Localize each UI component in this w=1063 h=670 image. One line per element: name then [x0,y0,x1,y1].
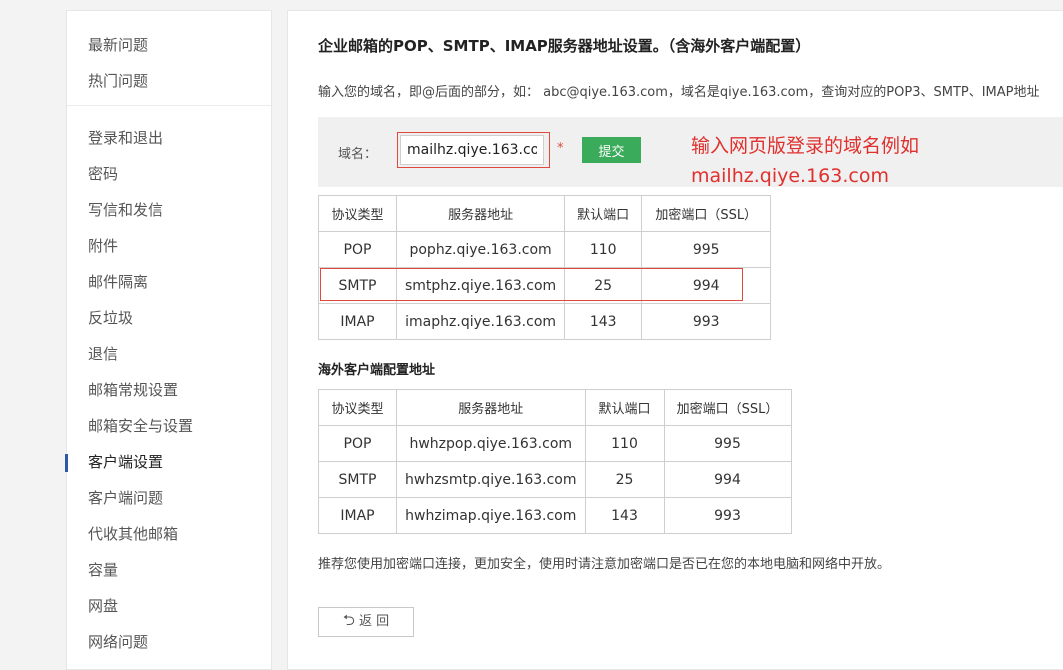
overseas-server-table: 协议类型 服务器地址 默认端口 加密端口（SSL） POP hwhzpop.qi… [318,389,792,534]
port-cell: 143 [564,303,643,340]
header-ssl-port: 加密端口（SSL） [641,195,772,232]
sidebar-item-login[interactable]: 登录和退出 [67,120,271,156]
header-server: 服务器地址 [395,195,566,232]
sidebar-item-client-issues[interactable]: 客户端问题 [67,480,271,516]
header-ssl-port: 加密端口（SSL） [663,389,792,426]
table-header-row: 协议类型 服务器地址 默认端口 加密端口（SSL） [318,389,792,426]
protocol-cell: SMTP [318,267,397,304]
sidebar-item-latest[interactable]: 最新问题 [67,27,271,63]
domain-label: 域名： [338,147,378,162]
sidebar-item-password[interactable]: 密码 [67,156,271,192]
server-cell: pophz.qiye.163.com [395,231,566,268]
sidebar-item-quarantine[interactable]: 邮件隔离 [67,264,271,300]
annotation-line-1: 输入网页版登录的域名例如 [691,135,920,157]
port-cell: 110 [564,231,643,268]
protocol-cell: POP [318,425,397,462]
sidebar-top-group: 最新问题 热门问题 [67,11,271,105]
sidebar-item-antispam[interactable]: 反垃圾 [67,300,271,336]
table-row: IMAP imaphz.qiye.163.com 143 993 [318,303,772,340]
overseas-section-title: 海外客户端配置地址 [318,363,436,378]
header-default-port: 默认端口 [584,389,665,426]
port-cell: 25 [564,267,643,304]
server-cell: imaphz.qiye.163.com [395,303,566,340]
sidebar-item-capacity[interactable]: 容量 [67,552,271,588]
port-cell: 143 [584,497,665,534]
required-mark: * [557,141,564,156]
server-table: 协议类型 服务器地址 默认端口 加密端口（SSL） POP pophz.qiye… [318,195,772,340]
ssl-port-cell: 994 [663,461,792,498]
server-cell: hwhzpop.qiye.163.com [396,425,586,462]
table-row: POP pophz.qiye.163.com 110 995 [318,231,772,268]
content-panel: 企业邮箱的POP、SMTP、IMAP服务器地址设置。（含海外客户端配置） 输入您… [287,10,1063,670]
port-cell: 110 [584,425,665,462]
sidebar-item-client-settings[interactable]: 客户端设置 [65,444,271,480]
advice-text: 推荐您使用加密端口连接，更加安全，使用时请注意加密端口是否已在您的本地电脑和网络… [318,557,891,572]
sidebar-item-popular[interactable]: 热门问题 [67,63,271,99]
table-row: IMAP hwhzimap.qiye.163.com 143 993 [318,497,792,534]
ssl-port-cell: 995 [641,231,772,268]
server-cell: hwhzimap.qiye.163.com [396,497,586,534]
sidebar-item-network[interactable]: 网络问题 [67,624,271,660]
sidebar-item-fetch-mail[interactable]: 代收其他邮箱 [67,516,271,552]
header-protocol: 协议类型 [318,195,397,232]
sidebar-item-general-settings[interactable]: 邮箱常规设置 [67,372,271,408]
server-cell: smtphz.qiye.163.com [395,267,566,304]
sidebar-item-netdisk[interactable]: 网盘 [67,588,271,624]
page-title: 企业邮箱的POP、SMTP、IMAP服务器地址设置。（含海外客户端配置） [318,37,811,55]
ssl-port-cell: 993 [641,303,772,340]
ssl-port-cell: 994 [641,267,772,304]
protocol-cell: IMAP [318,497,397,534]
header-protocol: 协议类型 [318,389,397,426]
return-arrow-icon: ⮌ [342,610,355,629]
protocol-cell: SMTP [318,461,397,498]
sidebar-category-group: 登录和退出 密码 写信和发信 附件 邮件隔离 反垃圾 退信 邮箱常规设置 邮箱安… [65,105,271,666]
header-default-port: 默认端口 [564,195,643,232]
table-row: POP hwhzpop.qiye.163.com 110 995 [318,425,792,462]
sidebar-item-security-settings[interactable]: 邮箱安全与设置 [67,408,271,444]
domain-input[interactable] [400,135,544,165]
header-server: 服务器地址 [396,389,586,426]
back-button[interactable]: ⮌ 返 回 [318,607,414,637]
intro-text: 输入您的域名，即@后面的部分，如： abc@qiye.163.com，域名是qi… [318,85,1040,100]
annotation-note: 输入网页版登录的域名例如 mailhz.qiye.163.com [691,131,919,191]
sidebar-item-compose[interactable]: 写信和发信 [67,192,271,228]
table-row: SMTP smtphz.qiye.163.com 25 994 [318,267,772,304]
ssl-port-cell: 995 [663,425,792,462]
protocol-cell: IMAP [318,303,397,340]
sidebar-item-bounce[interactable]: 退信 [67,336,271,372]
annotation-line-2: mailhz.qiye.163.com [691,165,889,187]
port-cell: 25 [584,461,665,498]
table-header-row: 协议类型 服务器地址 默认端口 加密端口（SSL） [318,195,772,232]
help-sidebar: 最新问题 热门问题 登录和退出 密码 写信和发信 附件 邮件隔离 反垃圾 退信 … [65,10,272,670]
table-row: SMTP hwhzsmtp.qiye.163.com 25 994 [318,461,792,498]
protocol-cell: POP [318,231,397,268]
back-button-label: 返 回 [358,613,390,629]
server-cell: hwhzsmtp.qiye.163.com [396,461,586,498]
submit-button[interactable]: 提交 [582,137,641,163]
sidebar-item-attachment[interactable]: 附件 [67,228,271,264]
ssl-port-cell: 993 [663,497,792,534]
